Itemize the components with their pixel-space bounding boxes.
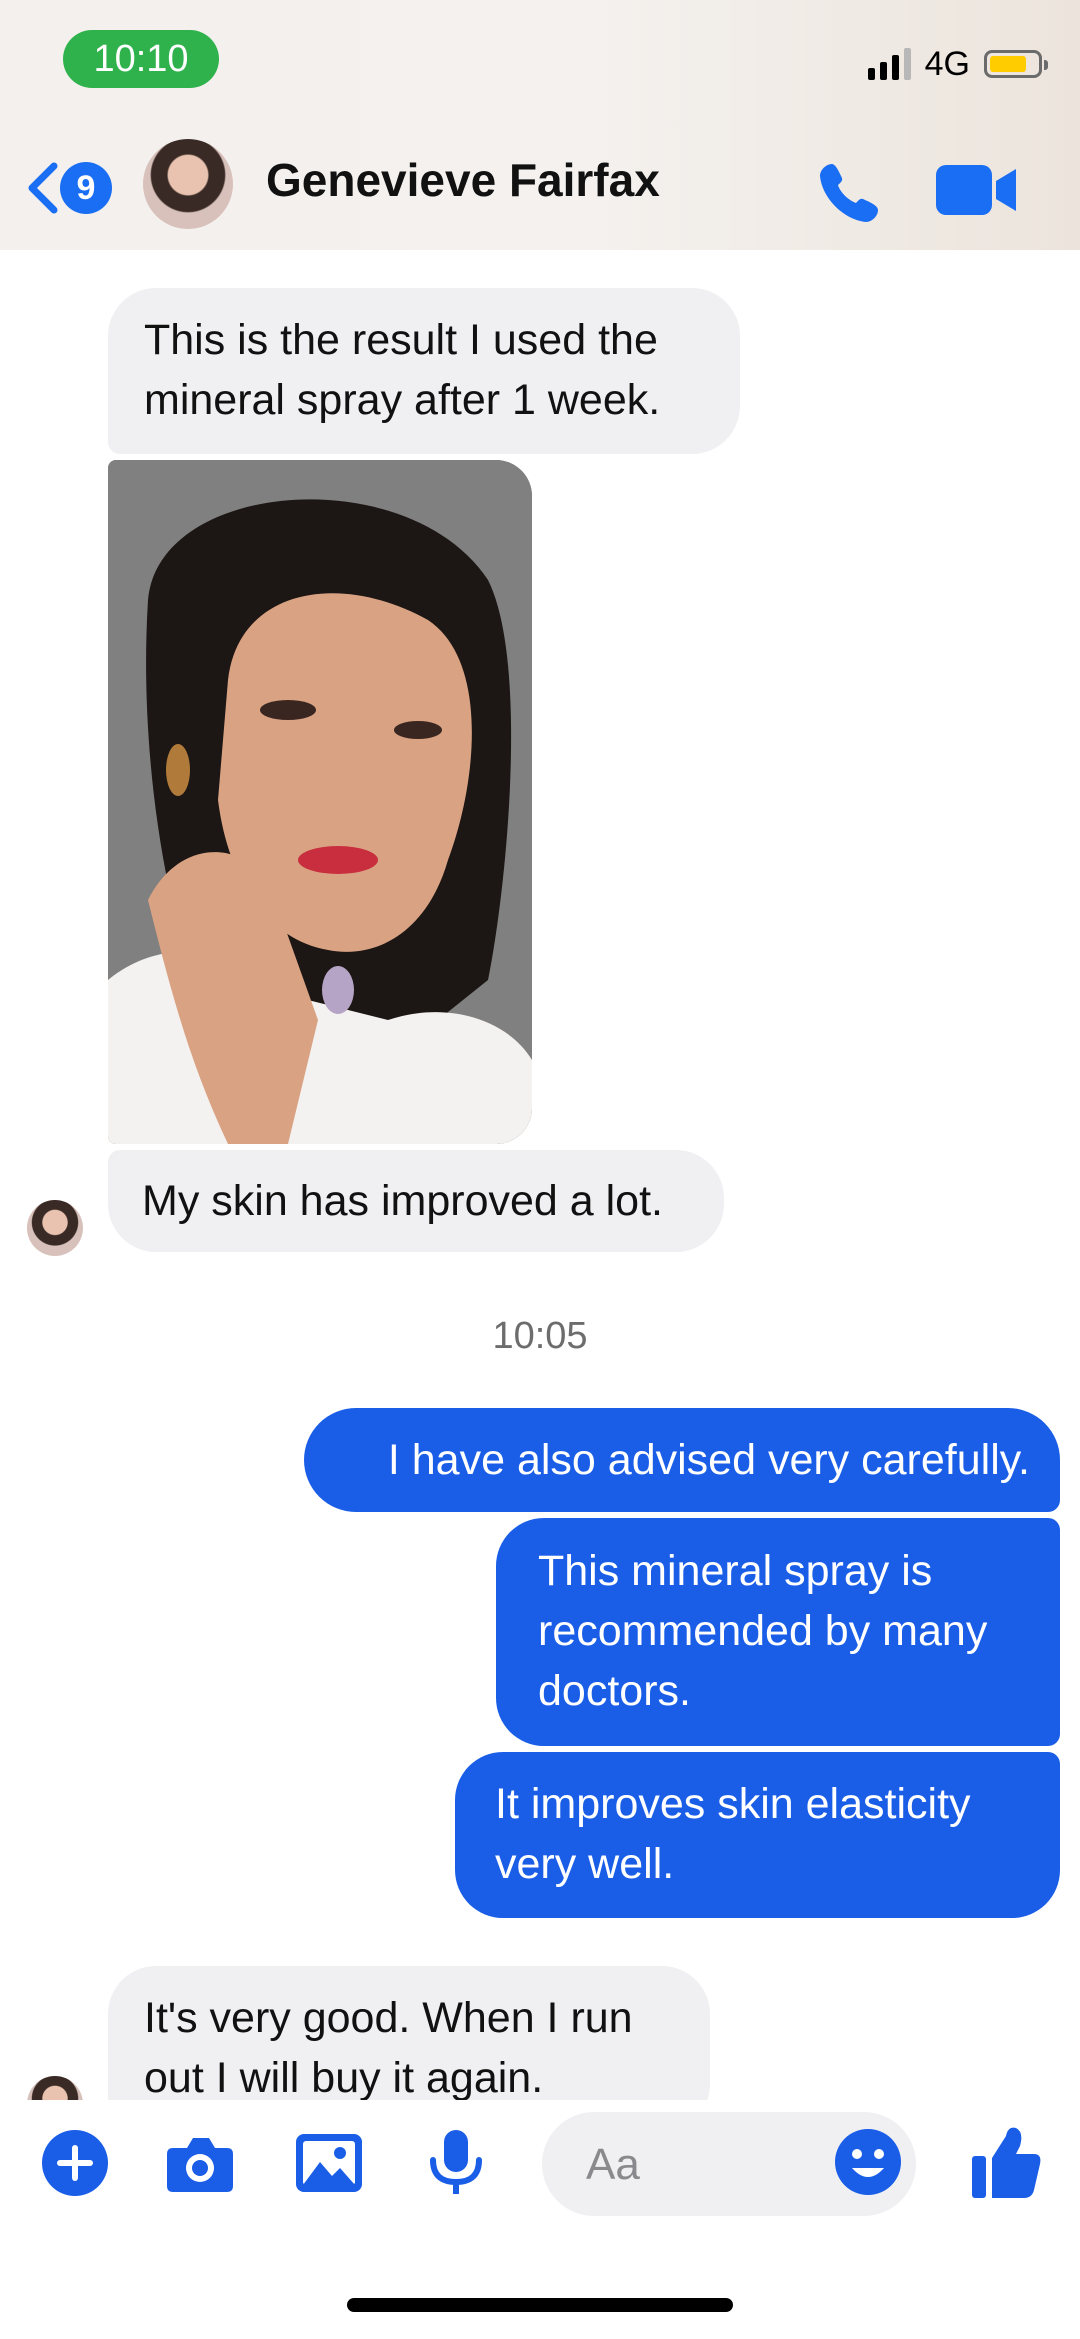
battery-icon [984, 50, 1048, 78]
message-text: My skin has improved a lot. [142, 1177, 663, 1225]
message-timestamp: 10:05 [492, 1315, 588, 1357]
thumbs-up-icon[interactable] [970, 2124, 1042, 2200]
video-camera-icon[interactable] [936, 163, 1018, 217]
microphone-icon[interactable] [421, 2128, 491, 2198]
outgoing-message[interactable]: It improves skin elasticity very well. [455, 1752, 1060, 1918]
emoji-icon[interactable] [834, 2128, 902, 2196]
unread-badge: 9 [60, 162, 112, 214]
message-text: This is the result I used the mineral sp… [144, 316, 661, 424]
message-text: This mineral spray is recommended by man… [538, 1547, 988, 1715]
gallery-icon[interactable] [294, 2128, 364, 2198]
network-type: 4G [924, 44, 970, 83]
back-button[interactable]: 9 [24, 160, 124, 216]
status-indicators: 4G [867, 44, 1048, 84]
outgoing-message[interactable]: This mineral spray is recommended by man… [496, 1518, 1060, 1746]
message-text: I have also advised very carefully. [387, 1436, 1030, 1484]
camera-icon[interactable] [165, 2128, 235, 2198]
message-text: It's very good. When I run out I will bu… [144, 1994, 633, 2102]
contact-name[interactable]: Genevieve Fairfax [266, 153, 660, 207]
contact-mini-avatar[interactable] [27, 1200, 83, 1256]
contact-avatar[interactable] [143, 139, 233, 229]
message-text: It improves skin elasticity very well. [495, 1780, 971, 1888]
message-input[interactable] [584, 2112, 848, 2218]
status-time: 10:10 [63, 30, 219, 88]
plus-icon[interactable] [40, 2128, 110, 2198]
outgoing-message[interactable]: I have also advised very carefully. [304, 1408, 1060, 1512]
home-indicator [347, 2298, 733, 2312]
incoming-message[interactable]: My skin has improved a lot. [108, 1150, 724, 1252]
incoming-message[interactable]: This is the result I used the mineral sp… [108, 288, 740, 454]
phone-icon[interactable] [818, 160, 882, 224]
shared-image [108, 460, 532, 1144]
cellular-signal-icon [867, 48, 911, 80]
back-chevron-icon [28, 162, 58, 214]
conversation-header: 10:10 4G 9 Genevieve Fairfax [0, 0, 1080, 250]
incoming-photo[interactable] [108, 460, 532, 1144]
